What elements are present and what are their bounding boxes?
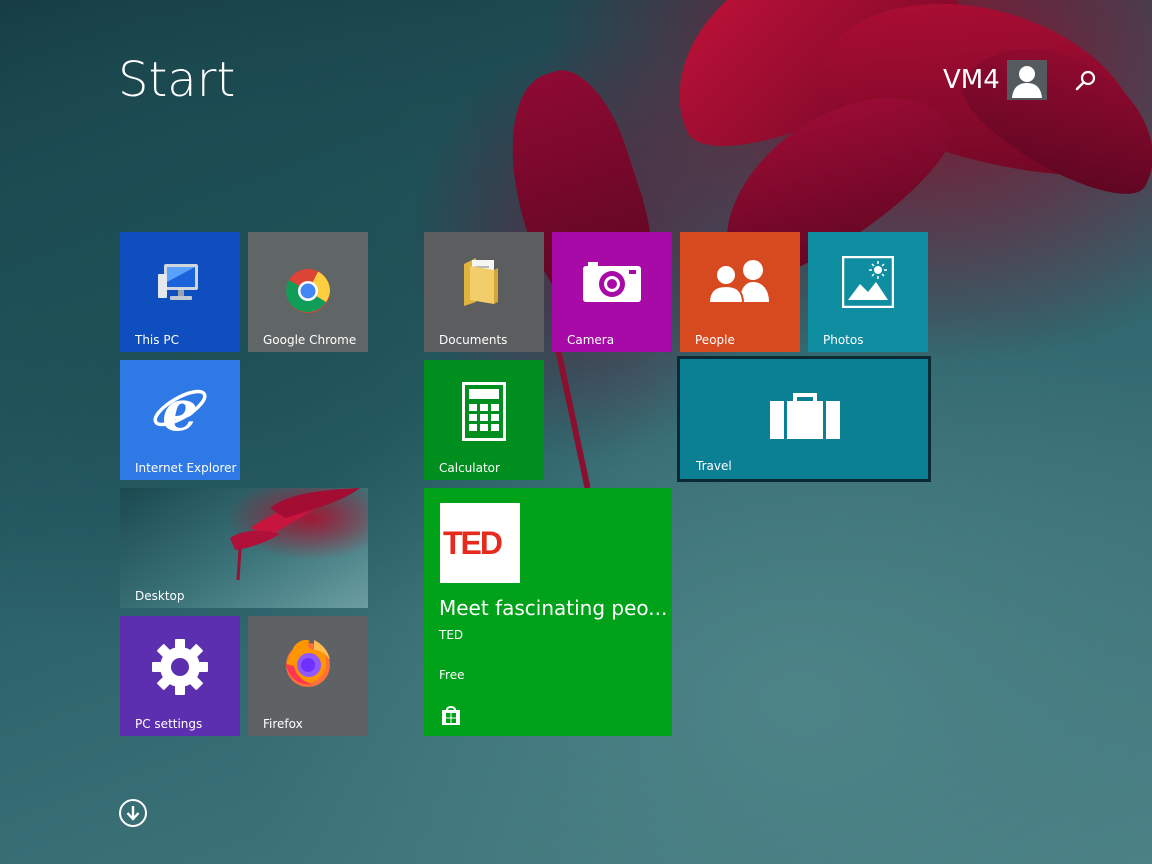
all-apps-button[interactable]	[119, 799, 147, 827]
page-title: Start	[118, 52, 236, 108]
ted-price: Free	[439, 668, 465, 682]
wallpaper-stem	[551, 331, 591, 489]
store-icon	[442, 706, 460, 725]
tile-label: People	[695, 333, 735, 347]
firefox-icon	[286, 640, 330, 687]
photos-icon	[842, 256, 894, 308]
tile-label: Photos	[823, 333, 864, 347]
tile-people[interactable]: People	[680, 232, 800, 352]
tile-google-chrome[interactable]: Google Chrome	[248, 232, 368, 352]
gear-icon	[152, 639, 208, 695]
tile-camera[interactable]: Camera	[552, 232, 672, 352]
folder-icon	[464, 258, 498, 306]
tile-label: Camera	[567, 333, 615, 347]
tile-travel[interactable]: Travel	[677, 356, 931, 482]
desktop-wallpaper-preview	[230, 488, 360, 581]
tile-label: Travel	[696, 459, 732, 473]
tile-label: Calculator	[439, 461, 500, 475]
tile-documents[interactable]: Documents	[424, 232, 544, 352]
start-screen: Start VM4 This PC Google Chrome Document…	[0, 0, 1152, 864]
tile-internet-explorer[interactable]: e Internet Explorer	[120, 360, 240, 480]
tile-label: Documents	[439, 333, 508, 347]
user-name[interactable]: VM4	[943, 64, 1000, 96]
tile-label: Firefox	[263, 717, 303, 731]
camera-icon	[583, 262, 641, 302]
tile-pc-settings[interactable]: PC settings	[120, 616, 240, 736]
computer-icon	[158, 264, 198, 300]
ted-logo: TED	[440, 503, 520, 583]
tile-firefox[interactable]: Firefox	[248, 616, 368, 736]
tile-ted-store[interactable]: TED Meet fascinating peo... TED Free	[424, 488, 672, 736]
ted-publisher: TED	[439, 628, 464, 642]
ted-logo-text: TED	[443, 525, 503, 561]
ted-headline: Meet fascinating peo...	[439, 596, 668, 620]
arrow-down-circle-icon	[126, 806, 140, 821]
avatar[interactable]	[1007, 60, 1047, 100]
tile-label: PC settings	[135, 717, 203, 731]
people-icon	[707, 260, 769, 304]
suitcase-icon	[770, 393, 840, 439]
tile-label: Internet Explorer	[135, 461, 237, 475]
user-icon	[1012, 66, 1042, 98]
calculator-icon	[462, 382, 506, 441]
tile-this-pc[interactable]: This PC	[120, 232, 240, 352]
search-button[interactable]	[1070, 66, 1100, 96]
tile-calculator[interactable]: Calculator	[424, 360, 544, 480]
tile-label: Google Chrome	[263, 333, 357, 347]
search-icon	[1075, 70, 1096, 91]
tile-desktop[interactable]: Desktop	[120, 488, 368, 608]
internet-explorer-icon: e	[153, 380, 207, 440]
tile-label: Desktop	[135, 589, 185, 603]
tile-label: This PC	[135, 333, 179, 347]
chrome-icon	[286, 269, 330, 313]
tile-photos[interactable]: Photos	[808, 232, 928, 352]
